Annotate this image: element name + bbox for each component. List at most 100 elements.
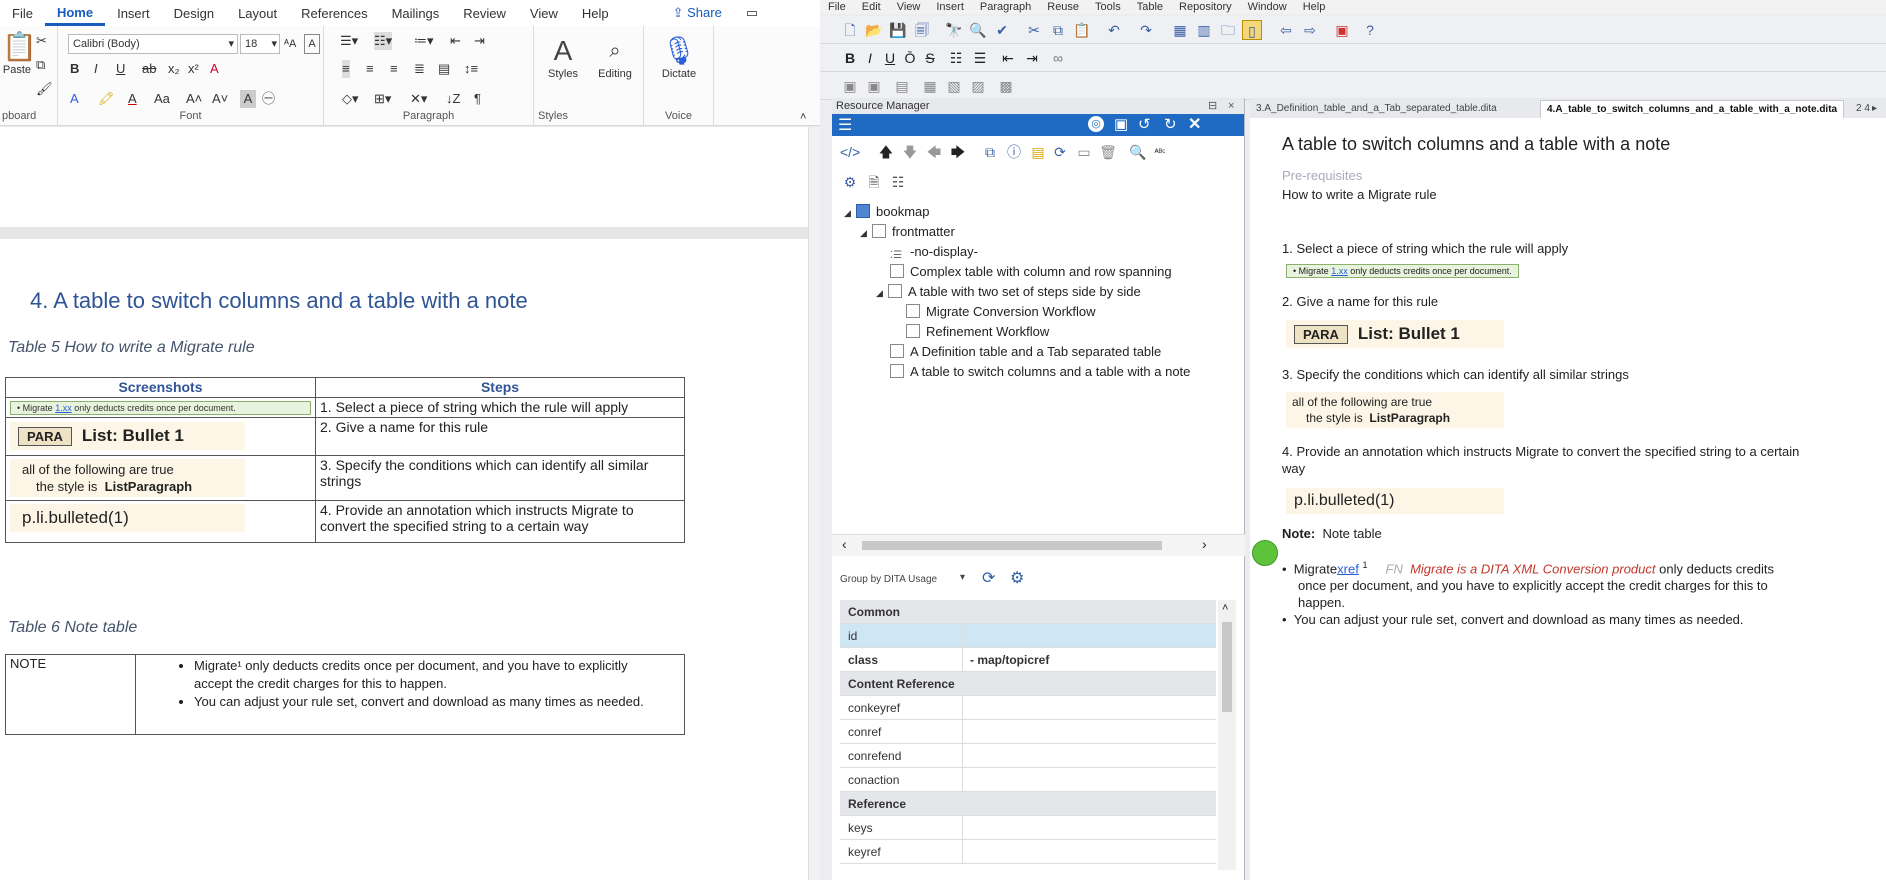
scroll-left-icon[interactable]: ‹	[842, 536, 847, 552]
align-center-icon[interactable]: ≡	[366, 60, 374, 78]
char-shading-icon[interactable]: A	[240, 90, 256, 108]
blank-icon[interactable]: ▭	[1074, 142, 1094, 162]
attr-row-keys[interactable]: keys	[840, 816, 1216, 840]
split-icon[interactable]: ▥	[1194, 20, 1214, 40]
underline-button[interactable]: U	[116, 60, 125, 78]
search-icon[interactable]: 🔍	[1128, 142, 1148, 162]
cut-icon[interactable]: ✂	[1024, 20, 1044, 40]
enclose-char-icon[interactable]: ㊀	[262, 90, 275, 108]
open-icon[interactable]: 📂	[864, 20, 884, 40]
dita-map-icon[interactable]: ▣	[840, 76, 860, 96]
scroll-thumb[interactable]	[1222, 622, 1232, 712]
distributed-icon[interactable]: ▤	[438, 60, 450, 78]
overline-button[interactable]: Ō	[900, 48, 920, 68]
line-spacing-icon[interactable]: ↕≡	[464, 60, 478, 78]
redo-icon[interactable]: ↷	[1136, 20, 1156, 40]
find-icon[interactable]: 🔭	[944, 20, 964, 40]
strike-button[interactable]: S	[920, 48, 940, 68]
move-right-icon[interactable]: 🡆	[948, 142, 968, 162]
unordered-list-icon[interactable]: ☰	[970, 48, 990, 68]
menu-layout[interactable]: Layout	[226, 6, 289, 21]
bold-button[interactable]: B	[70, 60, 79, 78]
back-icon[interactable]: ⇦	[1276, 20, 1296, 40]
save-icon[interactable]: ▣	[1114, 115, 1128, 133]
delete-icon[interactable]: 🗑	[1098, 142, 1118, 162]
tree-node-refinement-workflow[interactable]: Refinement Workflow	[906, 324, 1049, 339]
borders-icon[interactable]: ⊞▾	[374, 90, 391, 108]
oxy-menu-paragraph[interactable]: Paragraph	[972, 1, 1039, 13]
spellcheck-icon[interactable]: ᴬᴮᶜ	[1150, 142, 1170, 162]
dita-ref-icon[interactable]: ▤	[892, 76, 912, 96]
paste-button[interactable]: 📋 Paste	[2, 30, 37, 76]
comments-icon[interactable]: ▭	[734, 5, 770, 21]
attr-row-conrefend[interactable]: conrefend	[840, 744, 1216, 768]
styles-button[interactable]: A Styles	[538, 34, 588, 80]
sort-icon[interactable]: ↓Z	[446, 90, 460, 108]
dictate-button[interactable]: 🎙 Dictate	[652, 34, 706, 80]
oxy-menu-tools[interactable]: Tools	[1087, 1, 1129, 13]
info-icon[interactable]: ⓘ	[1004, 142, 1024, 162]
align-left-icon[interactable]: ≡	[342, 60, 350, 78]
globe-icon[interactable]: ◎	[1088, 116, 1104, 132]
folder-icon[interactable]: 🗀	[1218, 20, 1238, 40]
attr-row-conref[interactable]: conref	[840, 720, 1216, 744]
menu-mailings[interactable]: Mailings	[380, 6, 452, 21]
menu-insert[interactable]: Insert	[105, 6, 162, 21]
refresh-icon[interactable]: ↻	[1164, 115, 1177, 133]
grow-font-icon[interactable]: A˄	[186, 90, 202, 108]
menu-view[interactable]: View	[518, 6, 570, 21]
asian-layout-icon[interactable]: ✕▾	[410, 90, 427, 108]
font-name-select[interactable]: Calibri (Body) ▾	[68, 34, 238, 54]
align-right-icon[interactable]: ≡	[390, 60, 398, 78]
move-down-icon[interactable]: 🡇	[900, 142, 920, 162]
save-icon[interactable]: 💾	[888, 20, 908, 40]
copy-icon[interactable]: ⧉	[36, 56, 45, 74]
oxy-menu-repository[interactable]: Repository	[1171, 1, 1240, 13]
close-icon[interactable]: ×	[1228, 98, 1234, 114]
collapse-ribbon-icon[interactable]: ˄	[800, 108, 806, 126]
move-left-icon[interactable]: 🡄	[924, 142, 944, 162]
attr-row-conaction[interactable]: conaction	[840, 768, 1216, 792]
tree-node-two-steps[interactable]: ◢ A table with two set of steps side by s…	[876, 284, 1141, 299]
word-vertical-scrollbar[interactable]	[808, 127, 820, 880]
gear-icon[interactable]: ⚙	[1010, 568, 1024, 588]
multilevel-icon[interactable]: ≔▾	[414, 32, 434, 50]
attributes-scrollbar[interactable]: ˄	[1218, 600, 1236, 870]
chevron-down-icon[interactable]: ▾	[960, 572, 965, 583]
oxy-menu-edit[interactable]: Edit	[854, 1, 889, 13]
highlight-icon[interactable]: 🖍	[98, 90, 115, 108]
bold-button[interactable]: B	[840, 48, 860, 68]
subscript-button[interactable]: x₂	[168, 60, 180, 78]
menu-help[interactable]: Help	[570, 6, 621, 21]
spellcheck-icon[interactable]: ✔	[992, 20, 1012, 40]
text-effect-icon[interactable]: A	[70, 90, 79, 108]
tree-node-migrate-workflow[interactable]: Migrate Conversion Workflow	[906, 304, 1096, 319]
author-mode-icon[interactable]: ▯	[1242, 20, 1262, 40]
dita-topic-icon[interactable]: ▣	[864, 76, 884, 96]
chevron-up-icon[interactable]: ˄	[1222, 602, 1228, 614]
properties-icon[interactable]: ▤	[1028, 142, 1048, 162]
help-icon[interactable]: ?	[1360, 20, 1380, 40]
bullets-icon[interactable]: ☰▾	[340, 32, 358, 50]
oxy-menu-view[interactable]: View	[889, 1, 929, 13]
attr-row-conkeyref[interactable]: conkeyref	[840, 696, 1216, 720]
oxy-menu-table[interactable]: Table	[1129, 1, 1171, 13]
strike-button[interactable]: ab	[142, 60, 156, 78]
list-icon[interactable]: ☷	[888, 172, 908, 192]
ordered-list-icon[interactable]: ☷	[946, 48, 966, 68]
menu-icon[interactable]: ☰	[838, 115, 852, 135]
change-case-icon[interactable]: Aa	[154, 90, 170, 108]
format-painter-icon[interactable]: 🖌	[36, 80, 53, 98]
link-icon[interactable]: ∞	[1048, 48, 1068, 68]
shrink-font-icon[interactable]: A˅	[212, 90, 228, 108]
shading-icon[interactable]: ◇▾	[342, 90, 359, 108]
code-icon[interactable]: </>	[840, 142, 860, 162]
editing-button[interactable]: ⌕ Editing	[590, 34, 640, 80]
oxy-menu-help[interactable]: Help	[1295, 1, 1334, 13]
layout-icon[interactable]: ▦	[1170, 20, 1190, 40]
oxy-menu-window[interactable]: Window	[1240, 1, 1295, 13]
scroll-right-icon[interactable]: ›	[1202, 536, 1207, 552]
tree-node-bookmap[interactable]: ◢ bookmap	[844, 204, 929, 219]
dita-validate-icon[interactable]: ▨	[968, 76, 988, 96]
menu-review[interactable]: Review	[451, 6, 518, 21]
